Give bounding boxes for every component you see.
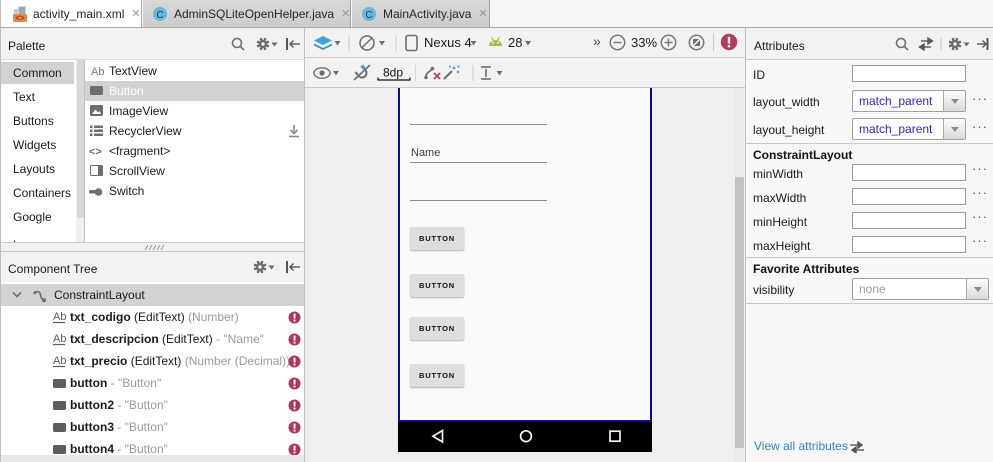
svg-text:C: C xyxy=(156,10,163,21)
svg-text:<>: <> xyxy=(15,13,25,22)
svg-text:8dp: 8dp xyxy=(383,66,403,80)
svg-text:33%: 33% xyxy=(631,35,657,50)
svg-text:Ab: Ab xyxy=(53,355,66,367)
svg-text:Nexus 4: Nexus 4 xyxy=(424,35,472,50)
svg-text:<>: <> xyxy=(89,146,102,157)
svg-text:Ab: Ab xyxy=(53,311,66,323)
svg-text:Ab: Ab xyxy=(91,66,104,78)
svg-text:C: C xyxy=(365,10,372,21)
svg-text:Ab: Ab xyxy=(53,333,66,345)
svg-text:28: 28 xyxy=(508,35,522,50)
